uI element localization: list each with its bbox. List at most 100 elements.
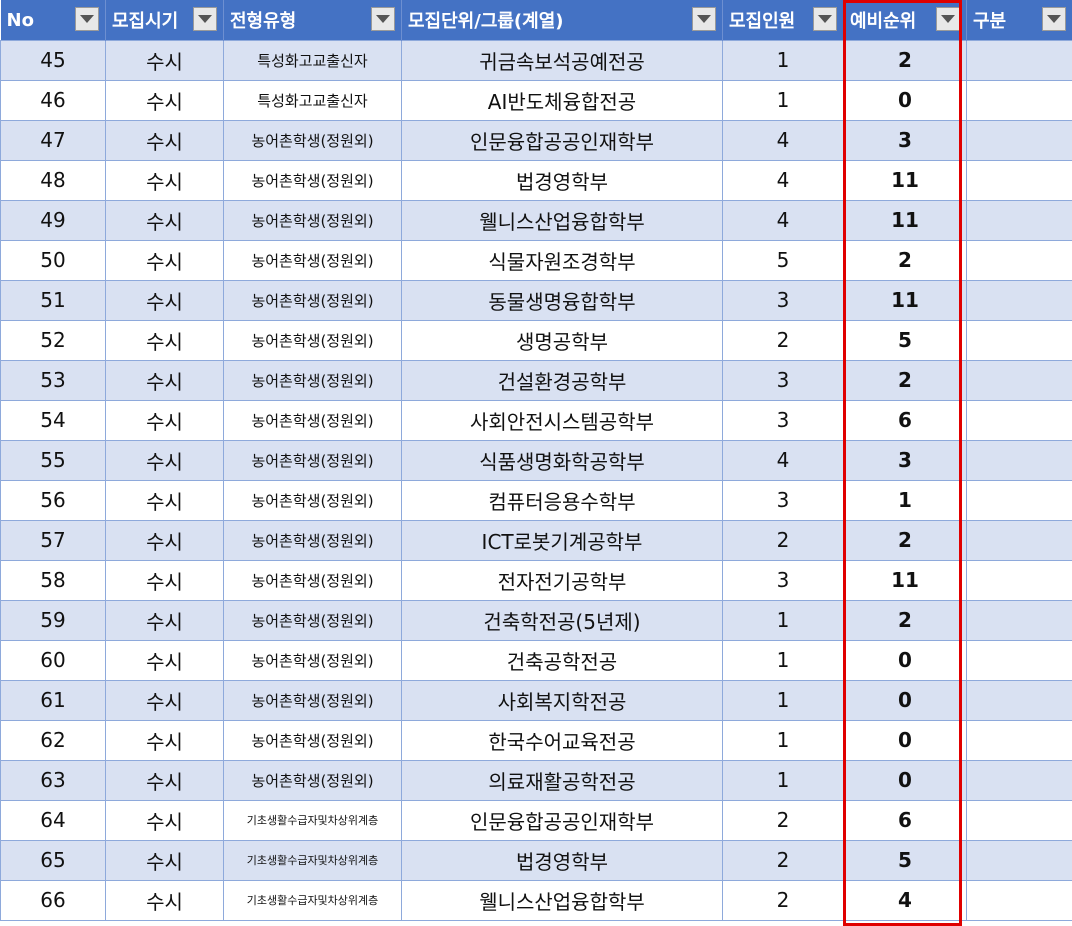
cell-type[interactable]: 농어촌학생(정원외) (223, 119, 402, 161)
cell-unit[interactable]: 동물생명융합학부 (401, 279, 723, 321)
cell-rank[interactable]: 6 (843, 799, 967, 841)
cell-type[interactable]: 농어촌학생(정원외) (223, 719, 402, 761)
cell-type[interactable]: 농어촌학생(정원외) (223, 159, 402, 201)
cell-no[interactable]: 53 (0, 359, 106, 401)
cell-no[interactable]: 65 (0, 839, 106, 881)
cell-period[interactable]: 수시 (105, 679, 224, 721)
cell-no[interactable]: 63 (0, 759, 106, 801)
cell-count[interactable]: 1 (722, 679, 844, 721)
cell-category[interactable] (966, 679, 1072, 721)
cell-period[interactable]: 수시 (105, 719, 224, 761)
cell-count[interactable]: 2 (722, 879, 844, 921)
cell-period[interactable]: 수시 (105, 79, 224, 121)
cell-category[interactable] (966, 759, 1072, 801)
cell-count[interactable]: 3 (722, 559, 844, 601)
cell-count[interactable]: 4 (722, 199, 844, 241)
cell-type[interactable]: 농어촌학생(정원외) (223, 759, 402, 801)
cell-count[interactable]: 5 (722, 239, 844, 281)
cell-period[interactable]: 수시 (105, 319, 224, 361)
cell-no[interactable]: 48 (0, 159, 106, 201)
cell-type[interactable]: 농어촌학생(정원외) (223, 679, 402, 721)
cell-no[interactable]: 50 (0, 239, 106, 281)
cell-period[interactable]: 수시 (105, 199, 224, 241)
cell-rank[interactable]: 0 (843, 79, 967, 121)
filter-dropdown-button[interactable] (813, 7, 837, 31)
cell-period[interactable]: 수시 (105, 559, 224, 601)
cell-rank[interactable]: 3 (843, 119, 967, 161)
cell-unit[interactable]: 사회안전시스템공학부 (401, 399, 723, 441)
cell-count[interactable]: 3 (722, 399, 844, 441)
cell-rank[interactable]: 11 (843, 159, 967, 201)
filter-dropdown-button[interactable] (75, 7, 99, 31)
cell-category[interactable] (966, 839, 1072, 881)
cell-no[interactable]: 66 (0, 879, 106, 921)
cell-period[interactable]: 수시 (105, 759, 224, 801)
cell-count[interactable]: 1 (722, 599, 844, 641)
cell-rank[interactable]: 0 (843, 679, 967, 721)
cell-category[interactable] (966, 239, 1072, 281)
cell-no[interactable]: 55 (0, 439, 106, 481)
cell-unit[interactable]: 건축학전공(5년제) (401, 599, 723, 641)
cell-category[interactable] (966, 319, 1072, 361)
cell-type[interactable]: 농어촌학생(정원외) (223, 479, 402, 521)
cell-no[interactable]: 61 (0, 679, 106, 721)
cell-count[interactable]: 4 (722, 119, 844, 161)
cell-type[interactable]: 기초생활수급자및차상위계층 (223, 839, 402, 881)
cell-type[interactable]: 농어촌학생(정원외) (223, 279, 402, 321)
cell-count[interactable]: 3 (722, 479, 844, 521)
cell-period[interactable]: 수시 (105, 599, 224, 641)
filter-dropdown-button[interactable] (371, 7, 395, 31)
cell-period[interactable]: 수시 (105, 839, 224, 881)
cell-no[interactable]: 57 (0, 519, 106, 561)
cell-category[interactable] (966, 719, 1072, 761)
cell-no[interactable]: 64 (0, 799, 106, 841)
cell-rank[interactable]: 4 (843, 879, 967, 921)
cell-no[interactable]: 58 (0, 559, 106, 601)
cell-category[interactable] (966, 639, 1072, 681)
cell-count[interactable]: 4 (722, 439, 844, 481)
cell-unit[interactable]: 전자전기공학부 (401, 559, 723, 601)
cell-unit[interactable]: 인문융합공공인재학부 (401, 119, 723, 161)
cell-rank[interactable]: 0 (843, 719, 967, 761)
cell-category[interactable] (966, 119, 1072, 161)
cell-type[interactable]: 농어촌학생(정원외) (223, 639, 402, 681)
cell-period[interactable]: 수시 (105, 479, 224, 521)
cell-type[interactable]: 농어촌학생(정원외) (223, 399, 402, 441)
cell-period[interactable]: 수시 (105, 279, 224, 321)
cell-category[interactable] (966, 79, 1072, 121)
cell-count[interactable]: 3 (722, 359, 844, 401)
cell-category[interactable] (966, 359, 1072, 401)
filter-dropdown-button[interactable] (936, 7, 960, 31)
cell-unit[interactable]: 건설환경공학부 (401, 359, 723, 401)
filter-dropdown-button[interactable] (193, 7, 217, 31)
cell-period[interactable]: 수시 (105, 519, 224, 561)
cell-no[interactable]: 60 (0, 639, 106, 681)
cell-rank[interactable]: 1 (843, 479, 967, 521)
cell-category[interactable] (966, 599, 1072, 641)
cell-unit[interactable]: 귀금속보석공예전공 (401, 39, 723, 81)
cell-unit[interactable]: 컴퓨터응용수학부 (401, 479, 723, 521)
cell-unit[interactable]: 의료재활공학전공 (401, 759, 723, 801)
cell-count[interactable]: 2 (722, 839, 844, 881)
cell-type[interactable]: 기초생활수급자및차상위계층 (223, 879, 402, 921)
cell-rank[interactable]: 0 (843, 759, 967, 801)
cell-unit[interactable]: 법경영학부 (401, 159, 723, 201)
cell-period[interactable]: 수시 (105, 359, 224, 401)
cell-count[interactable]: 1 (722, 639, 844, 681)
cell-unit[interactable]: 식물자원조경학부 (401, 239, 723, 281)
cell-category[interactable] (966, 39, 1072, 81)
cell-category[interactable] (966, 799, 1072, 841)
cell-no[interactable]: 47 (0, 119, 106, 161)
cell-count[interactable]: 1 (722, 39, 844, 81)
cell-count[interactable]: 1 (722, 759, 844, 801)
filter-dropdown-button[interactable] (1042, 7, 1066, 31)
cell-period[interactable]: 수시 (105, 639, 224, 681)
cell-count[interactable]: 4 (722, 159, 844, 201)
cell-category[interactable] (966, 439, 1072, 481)
cell-category[interactable] (966, 479, 1072, 521)
cell-count[interactable]: 2 (722, 519, 844, 561)
cell-period[interactable]: 수시 (105, 439, 224, 481)
cell-no[interactable]: 62 (0, 719, 106, 761)
cell-type[interactable]: 농어촌학생(정원외) (223, 239, 402, 281)
cell-unit[interactable]: 웰니스산업융합학부 (401, 199, 723, 241)
